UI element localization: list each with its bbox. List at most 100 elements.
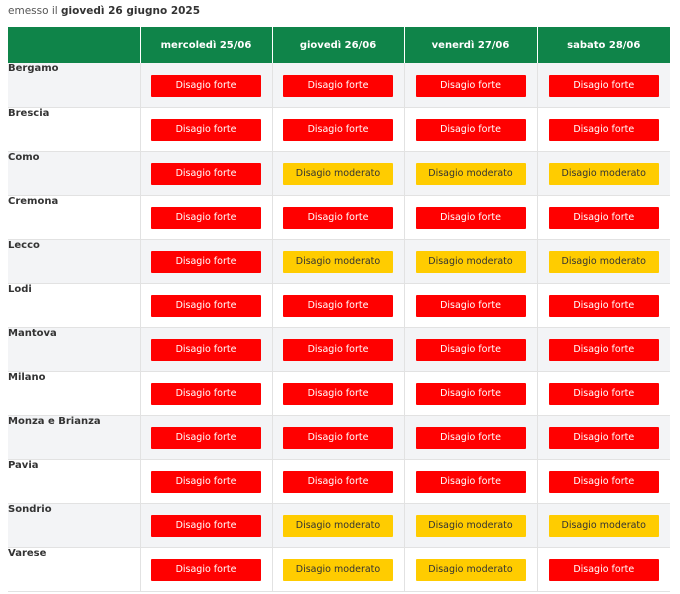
discomfort-badge-forte: Disagio forte xyxy=(283,427,393,449)
issued-date: giovedì 26 giugno 2025 xyxy=(61,5,201,17)
forecast-cell: Disagio forte xyxy=(403,195,537,239)
header-day-3: venerdì 27/06 xyxy=(403,27,537,63)
forecast-cell: Disagio forte xyxy=(536,283,670,327)
forecast-cell: Disagio forte xyxy=(139,459,272,503)
forecast-cell: Disagio forte xyxy=(139,239,272,283)
header-day-2: giovedì 26/06 xyxy=(271,27,404,63)
discomfort-badge-moderato: Disagio moderato xyxy=(415,251,526,273)
forecast-cell: Disagio forte xyxy=(403,283,537,327)
forecast-cell: Disagio forte xyxy=(139,327,272,371)
discomfort-badge-forte: Disagio forte xyxy=(548,339,659,361)
forecast-cell: Disagio forte xyxy=(536,63,670,107)
forecast-cell: Disagio forte xyxy=(271,107,404,151)
discomfort-badge-moderato: Disagio moderato xyxy=(548,515,659,537)
forecast-cell: Disagio forte xyxy=(536,459,670,503)
province-name: Milano xyxy=(8,371,141,415)
forecast-cell: Disagio forte xyxy=(139,283,272,327)
discomfort-badge-forte: Disagio forte xyxy=(415,339,526,361)
discomfort-badge-forte: Disagio forte xyxy=(548,207,659,229)
table-row: Brescia Disagio forte Disagio forte Disagio… xyxy=(8,107,670,151)
discomfort-badge-moderato: Disagio moderato xyxy=(283,515,393,537)
discomfort-badge-forte: Disagio forte xyxy=(151,515,261,537)
discomfort-badge-forte: Disagio forte xyxy=(283,119,393,141)
discomfort-badge-forte: Disagio forte xyxy=(151,207,261,229)
forecast-cell: Disagio forte xyxy=(403,459,537,503)
discomfort-badge-forte: Disagio forte xyxy=(283,383,393,405)
discomfort-badge-moderato: Disagio moderato xyxy=(548,251,659,273)
discomfort-badge-forte: Disagio forte xyxy=(548,295,659,317)
forecast-cell: Disagio forte xyxy=(403,63,537,107)
table-header-row: mercoledì 25/06 giovedì 26/06 venerdì 27… xyxy=(8,27,670,63)
province-name: Varese xyxy=(8,547,141,591)
forecast-cell: Disagio forte xyxy=(139,371,272,415)
province-name: Bergamo xyxy=(8,63,141,107)
discomfort-badge-forte: Disagio forte xyxy=(548,383,659,405)
forecast-cell: Disagio forte xyxy=(403,327,537,371)
forecast-cell: Disagio forte xyxy=(271,371,404,415)
table-row: Lecco Disagio forte Disagio moderato Disagi… xyxy=(8,239,670,283)
discomfort-badge-forte: Disagio forte xyxy=(415,295,526,317)
discomfort-badge-forte: Disagio forte xyxy=(548,559,659,581)
forecast-cell: Disagio moderato xyxy=(403,503,537,547)
discomfort-badge-forte: Disagio forte xyxy=(151,339,261,361)
forecast-cell: Disagio moderato xyxy=(403,151,537,195)
discomfort-badge-forte: Disagio forte xyxy=(548,471,659,493)
discomfort-badge-forte: Disagio forte xyxy=(151,119,261,141)
forecast-cell: Disagio moderato xyxy=(536,503,670,547)
forecast-cell: Disagio forte xyxy=(139,415,272,459)
discomfort-badge-forte: Disagio forte xyxy=(151,559,261,581)
discomfort-badge-forte: Disagio forte xyxy=(151,471,261,493)
discomfort-badge-forte: Disagio forte xyxy=(151,74,261,97)
forecast-cell: Disagio forte xyxy=(536,195,670,239)
discomfort-badge-moderato: Disagio moderato xyxy=(415,163,526,185)
forecast-cell: Disagio forte xyxy=(139,151,272,195)
discomfort-badge-forte: Disagio forte xyxy=(283,207,393,229)
forecast-cell: Disagio forte xyxy=(536,327,670,371)
discomfort-badge-moderato: Disagio moderato xyxy=(415,559,526,581)
forecast-cell: Disagio forte xyxy=(139,195,272,239)
province-name: Lecco xyxy=(8,239,141,283)
discomfort-badge-forte: Disagio forte xyxy=(548,119,659,141)
issued-prefix: emesso il xyxy=(8,5,58,17)
discomfort-badge-forte: Disagio forte xyxy=(151,427,261,449)
discomfort-badge-forte: Disagio forte xyxy=(151,163,261,185)
discomfort-badge-forte: Disagio forte xyxy=(283,295,393,317)
discomfort-badge-moderato: Disagio moderato xyxy=(283,163,393,185)
discomfort-badge-forte: Disagio forte xyxy=(415,427,526,449)
forecast-cell: Disagio moderato xyxy=(536,151,670,195)
forecast-cell: Disagio moderato xyxy=(271,503,404,547)
header-province xyxy=(8,27,140,63)
forecast-cell: Disagio forte xyxy=(271,195,404,239)
discomfort-badge-forte: Disagio forte xyxy=(283,74,393,97)
forecast-cell: Disagio moderato xyxy=(403,547,537,591)
discomfort-badge-moderato: Disagio moderato xyxy=(283,251,393,273)
province-name: Mantova xyxy=(8,327,141,371)
header-day-4: sabato 28/06 xyxy=(536,27,670,63)
forecast-cell: Disagio forte xyxy=(139,503,272,547)
table-row: Mantova Disagio forte Disagio forte Disagio… xyxy=(8,327,670,371)
discomfort-badge-forte: Disagio forte xyxy=(415,74,526,97)
province-name: Sondrio xyxy=(8,503,141,547)
issued-line: emesso il giovedì 26 giugno 2025 xyxy=(8,2,200,20)
discomfort-badge-forte: Disagio forte xyxy=(151,295,261,317)
forecast-cell: Disagio forte xyxy=(139,63,272,107)
forecast-cell: Disagio forte xyxy=(271,415,404,459)
table-row: Monza e Brianza Disagio forte Disagio fort… xyxy=(8,415,670,459)
discomfort-badge-forte: Disagio forte xyxy=(415,119,526,141)
forecast-cell: Disagio forte xyxy=(403,371,537,415)
forecast-cell: Disagio forte xyxy=(536,371,670,415)
forecast-cell: Disagio moderato xyxy=(271,547,404,591)
discomfort-badge-forte: Disagio forte xyxy=(548,74,659,97)
discomfort-badge-forte: Disagio forte xyxy=(415,383,526,405)
discomfort-badge-forte: Disagio forte xyxy=(151,383,261,405)
discomfort-badge-forte: Disagio forte xyxy=(415,207,526,229)
discomfort-badge-forte: Disagio forte xyxy=(283,471,393,493)
province-name: Como xyxy=(8,151,141,195)
discomfort-badge-moderato: Disagio moderato xyxy=(548,163,659,185)
forecast-cell: Disagio forte xyxy=(536,107,670,151)
forecast-cell: Disagio moderato xyxy=(403,239,537,283)
forecast-cell: Disagio forte xyxy=(139,547,272,591)
table-row: Varese Disagio forte Disagio moderato Disag… xyxy=(8,547,670,591)
table-row: Como Disagio forte Disagio moderato Disagio… xyxy=(8,151,670,195)
province-name: Brescia xyxy=(8,107,141,151)
